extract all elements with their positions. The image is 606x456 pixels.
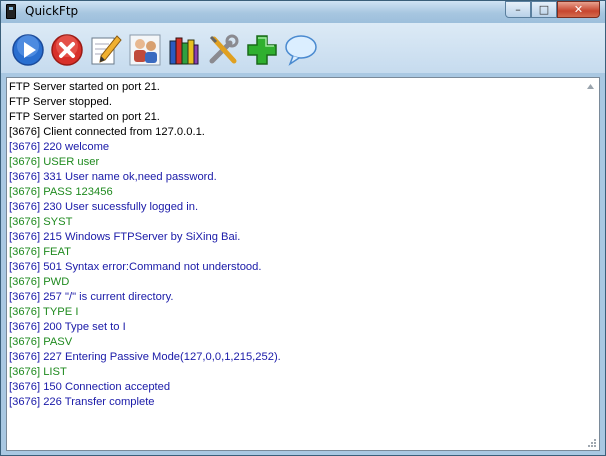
log-line: [3676] SYST: [9, 216, 73, 228]
about-button[interactable]: [284, 33, 318, 67]
log-line: [3676] PASV: [9, 336, 73, 348]
stop-server-button[interactable]: [50, 33, 84, 67]
users-button[interactable]: [128, 33, 162, 67]
stop-icon: [51, 34, 83, 66]
log-line: [3676] FEAT: [9, 246, 71, 258]
log-line: [3676] LIST: [9, 366, 67, 378]
app-icon[interactable]: [6, 4, 16, 19]
log-line: [3676] 331 User name ok,need password.: [9, 171, 217, 183]
log-line: [3676] 501 Syntax error:Command not unde…: [9, 261, 262, 273]
pencil-icon: [91, 35, 122, 65]
speech-bubble-icon: [285, 35, 317, 66]
app-window: QuickFtp – □ ✕ FTP Server started on por…: [0, 0, 606, 456]
maximize-button[interactable]: □: [531, 1, 557, 18]
resize-grip-icon[interactable]: [587, 438, 597, 448]
window-title: QuickFtp: [25, 4, 79, 18]
log-line: FTP Server started on port 21.: [9, 81, 160, 93]
log-line: [3676] 257 "/" is current directory.: [9, 291, 174, 303]
library-button[interactable]: [167, 33, 201, 67]
log-line: [3676] 220 welcome: [9, 141, 110, 153]
play-icon: [12, 34, 44, 66]
log-line: [3676] 227 Entering Passive Mode(127,0,0…: [9, 351, 281, 363]
close-button[interactable]: ✕: [557, 1, 600, 18]
log-line: [3676] PASS 123456: [9, 186, 113, 198]
title-bar[interactable]: QuickFtp – □ ✕: [1, 1, 605, 23]
log-line: [3676] TYPE I: [9, 306, 79, 318]
minimize-button[interactable]: –: [505, 1, 531, 18]
toolbar: [1, 23, 605, 73]
log-line: [3676] Client connected from 127.0.0.1.: [9, 126, 205, 138]
log-panel[interactable]: FTP Server started on port 21. FTP Server…: [6, 77, 600, 451]
log-line: FTP Server stopped.: [9, 96, 113, 108]
log-line: [3676] 215 Windows FTPServer by SiXing B…: [9, 231, 241, 243]
edit-button[interactable]: [89, 33, 123, 67]
plus-icon: [247, 35, 277, 65]
log-line: [3676] 200 Type set to I: [9, 321, 126, 333]
log-line: [3676] 226 Transfer complete: [9, 396, 155, 408]
log-line: FTP Server started on port 21.: [9, 111, 160, 123]
tools-icon: [209, 34, 239, 64]
log-line: [3676] 230 User sucessfully logged in.: [9, 201, 199, 213]
users-icon: [129, 34, 161, 66]
log-line: [3676] USER user: [9, 156, 100, 168]
caption-buttons: – □ ✕: [505, 1, 600, 19]
add-button[interactable]: [245, 33, 279, 67]
scroll-up-arrow-icon[interactable]: [582, 78, 599, 95]
books-icon: [169, 37, 199, 65]
log-line: [3676] PWD: [9, 276, 70, 288]
log-line: [3676] 150 Connection accepted: [9, 381, 171, 393]
start-server-button[interactable]: [11, 33, 45, 67]
settings-button[interactable]: [206, 33, 240, 67]
